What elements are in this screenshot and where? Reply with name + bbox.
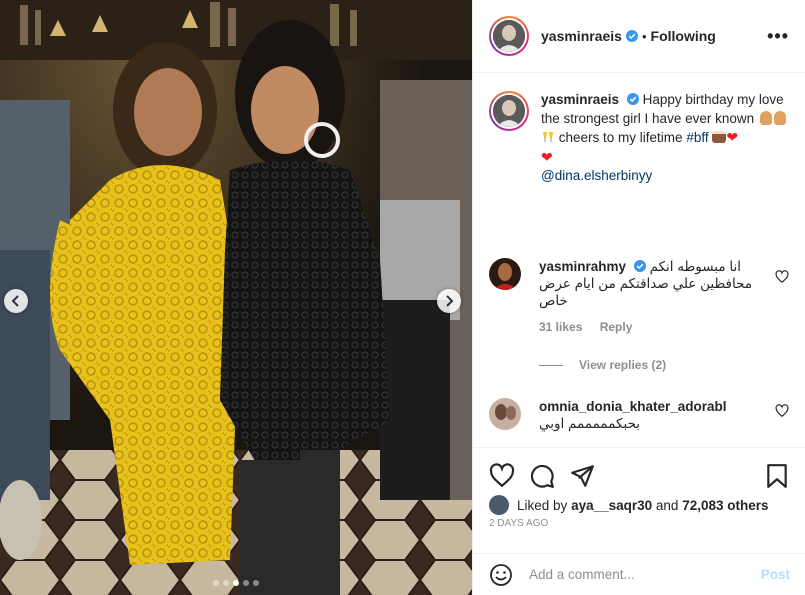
chevron-right-icon [446,295,454,307]
post-date: 2 DAYS AGO [489,518,549,528]
liker-username[interactable]: aya__saqr30 [571,498,652,513]
like-comment-heart-icon[interactable] [775,404,789,418]
cake-emoji-icon [712,131,727,143]
post-header: yasminraeis • Following ••• [473,0,805,73]
likes-others-count[interactable]: 72,083 others [682,498,768,513]
reply-button[interactable]: Reply [600,320,633,334]
post-caption: yasminraeis Happy birthday my love the s… [473,73,805,186]
flexed-biceps-emoji-icon [773,110,786,125]
carousel-dot [233,580,239,586]
more-options-icon[interactable]: ••• [767,26,789,47]
like-heart-icon[interactable] [489,463,515,489]
comment-body: yasminrahmy انا مبسوطه انكم محافظين علي … [539,258,759,336]
photo-scene [0,0,472,595]
comment-text: بحبكمممممم اوبي [539,416,641,431]
red-heart-emoji-icon: ❤ [541,148,553,165]
caption-text: yasminraeis Happy birthday my love the s… [541,91,786,186]
comment-bubble-icon[interactable] [529,463,555,489]
carousel-dot [243,580,249,586]
caption-avatar[interactable] [489,91,529,131]
likes-joiner: and [655,497,679,513]
comment-item: yasminrahmy انا مبسوطه انكم محافظين علي … [489,258,789,336]
liked-by-label: Liked by [517,497,568,513]
chevron-left-icon [11,295,19,307]
verified-badge-icon [633,260,646,272]
carousel-indicator [0,580,472,586]
clinking-glasses-emoji-icon [543,132,553,142]
share-paper-plane-icon[interactable] [569,463,595,489]
view-replies-button[interactable]: View replies (2) [539,358,666,372]
comment-input[interactable] [529,567,761,582]
carousel-dot [253,580,259,586]
previous-photo-button[interactable] [4,289,28,313]
save-bookmark-icon[interactable] [764,463,790,489]
header-separator: • [641,28,647,44]
flexed-biceps-emoji-icon [759,110,772,125]
post-comment-button[interactable]: Post [761,567,790,582]
action-bar [473,448,805,494]
verified-badge-icon [625,30,638,42]
verified-badge-icon [626,93,639,105]
like-comment-heart-icon[interactable] [775,270,789,284]
following-button[interactable]: Following [651,28,716,44]
author-avatar[interactable] [489,16,529,56]
emoji-picker-icon[interactable] [489,563,513,587]
instagram-post-modal: yasminraeis • Following ••• yasminraeis [0,0,805,595]
post-photo[interactable] [0,0,472,595]
carousel-dot [213,580,219,586]
commenter-avatar[interactable] [489,398,521,430]
post-actions: Liked by aya__saqr30 and 72,083 others 2… [473,447,805,528]
liker-avatar[interactable] [489,495,509,515]
next-photo-button[interactable] [437,289,461,313]
comment-body: omnia_donia_khater_adorabl بحبكمممممم او… [539,398,759,432]
view-replies-divider [539,364,563,366]
comment-meta: 31 likes Reply [539,319,759,336]
author-username[interactable]: yasminraeis [541,28,622,44]
hashtag-link[interactable]: #bff [686,130,708,145]
mention-link[interactable]: @dina.elsherbinyy [541,168,652,183]
caption-username[interactable]: yasminraeis [541,92,619,107]
commenter-avatar[interactable] [489,258,521,290]
carousel-dot [223,580,229,586]
view-replies-label: View replies (2) [579,358,667,372]
caption-line-2: cheers to my lifetime [558,130,683,145]
commenter-username[interactable]: omnia_donia_khater_adorabl [539,399,727,414]
comment-likes-count[interactable]: 31 likes [539,320,582,334]
add-comment-bar: Post [473,553,805,595]
post-sidebar: yasminraeis • Following ••• yasminraeis [472,0,805,595]
red-heart-emoji-icon: ❤ [726,129,739,145]
likes-summary: Liked by aya__saqr30 and 72,083 others [473,494,805,516]
comment-item: omnia_donia_khater_adorabl بحبكمممممم او… [489,398,789,432]
commenter-username[interactable]: yasminrahmy [539,259,626,274]
comments-section: yasminraeis Happy birthday my love the s… [473,73,805,447]
